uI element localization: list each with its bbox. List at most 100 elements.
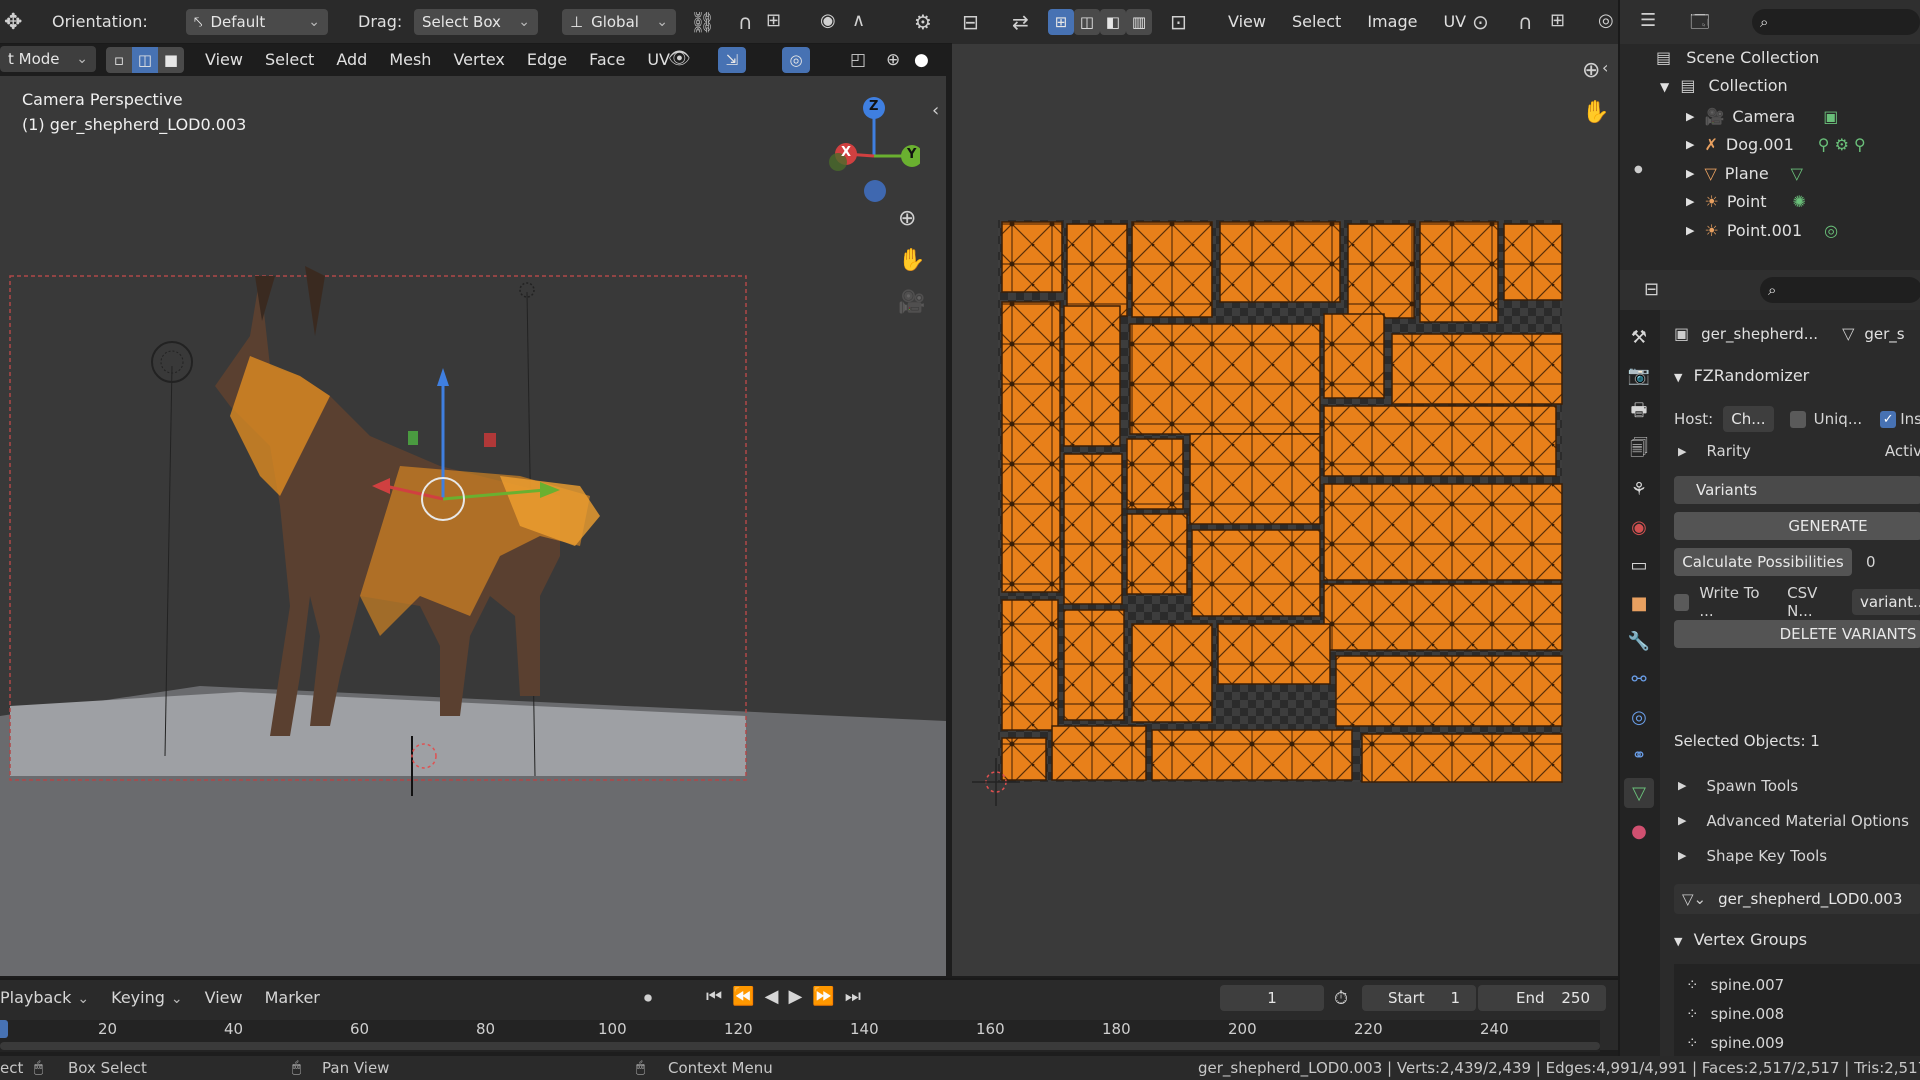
jump-start-icon[interactable]: ⏮ — [706, 986, 722, 1007]
mesh-data-tab-icon[interactable]: ▽ — [1624, 778, 1654, 808]
snap-magnet-icon[interactable]: ∩ — [738, 10, 753, 34]
zoom-icon[interactable]: ⊕ — [898, 206, 916, 231]
menu-vertex[interactable]: Vertex — [453, 50, 504, 69]
rarity-row[interactable]: ▶ Rarity Activ — [1678, 442, 1920, 460]
uv-sidebar-collapse-icon[interactable]: ‹ — [1602, 58, 1608, 77]
timeline-view-menu[interactable]: View — [205, 988, 243, 1007]
sync-selection-icon[interactable]: ⇄ — [1012, 10, 1029, 34]
outliner-editor-type-icon[interactable]: ☰ — [1640, 10, 1656, 31]
uv-snap-icon[interactable]: ∩ — [1518, 10, 1533, 34]
face-select-icon[interactable]: ■ — [158, 47, 184, 73]
properties-search-field[interactable]: ⌕ — [1760, 277, 1920, 303]
view-layer-tab-icon[interactable]: 🗐 — [1624, 436, 1654, 466]
menu-edge[interactable]: Edge — [527, 50, 567, 69]
sidebar-collapse-icon[interactable]: ‹ — [932, 100, 939, 121]
pivot-icon[interactable]: ⛓ — [690, 10, 715, 34]
generate-button[interactable]: GENERATE — [1674, 512, 1920, 540]
calculate-possibilities-button[interactable]: Calculate Possibilities — [1674, 548, 1852, 576]
uv-menu-uv[interactable]: UV — [1443, 12, 1466, 31]
current-frame-field[interactable]: 1 — [1220, 985, 1324, 1011]
start-frame-field[interactable]: Start 1 — [1362, 985, 1476, 1011]
tool-tab-icon[interactable]: ⚒ — [1624, 322, 1654, 352]
uv-proportional-icon[interactable]: ◎ — [1598, 10, 1614, 31]
vertex-select-icon[interactable]: ▫ — [106, 47, 132, 73]
delete-variants-button[interactable]: DELETE VARIANTS — [1674, 620, 1920, 648]
write-to-checkbox[interactable] — [1674, 593, 1690, 611]
variants-button[interactable]: Variants — [1674, 476, 1920, 504]
editor-type-icon[interactable]: ⊟ — [962, 10, 979, 34]
visibility-eye-icon[interactable]: 👁 — [668, 48, 691, 69]
subpanel-spawn-tools[interactable]: ▶ Spawn Tools — [1678, 768, 1920, 803]
jump-end-icon[interactable]: ⏭ — [845, 986, 861, 1007]
outliner-item-dog[interactable]: ▶ ✗ Dog.001 ⚲ ⚙ ⚲ — [1686, 131, 1920, 160]
playhead[interactable] — [0, 1020, 8, 1038]
outliner-item-point[interactable]: ▶ ☀ Point ✺ — [1686, 188, 1920, 217]
render-tab-icon[interactable]: 📷 — [1624, 360, 1654, 390]
sticky-select-icon[interactable]: ⊡ — [1170, 10, 1187, 34]
modifier-wrench-icon[interactable]: 🔧 — [1624, 626, 1654, 656]
uv-zoom-icon[interactable]: ⊕ — [1582, 58, 1600, 83]
menu-add[interactable]: Add — [336, 50, 367, 69]
display-mode-icon[interactable]: 🗔 — [1690, 10, 1710, 40]
next-keyframe-icon[interactable]: ⏩ — [812, 986, 834, 1007]
options-icon[interactable]: ⚙ — [914, 10, 932, 34]
transform-orientation-dropdown[interactable]: ⊥ Global — [562, 9, 676, 35]
camera-view-icon[interactable]: 🎥 — [898, 290, 925, 315]
play-icon[interactable]: ▶ — [788, 986, 802, 1007]
mode-dropdown[interactable]: t Mode — [0, 46, 96, 72]
uv-island-select-icon[interactable]: ▥ — [1126, 9, 1152, 35]
timeline-ruler[interactable]: 20 40 60 80 100 120 140 160 180 200 220 … — [0, 1020, 1600, 1052]
record-icon[interactable]: ⏺ — [644, 988, 652, 1008]
play-reverse-icon[interactable]: ◀ — [765, 986, 779, 1007]
proportional-edit-icon[interactable]: ◉ — [820, 10, 836, 31]
vertex-group-item[interactable]: ⁘ spine.008 — [1686, 999, 1920, 1028]
stopwatch-icon[interactable]: ⏱ — [1334, 988, 1348, 1009]
snap-increment-icon[interactable]: ⊞ — [766, 10, 781, 31]
marker-menu[interactable]: Marker — [265, 988, 320, 1007]
outliner-item-plane[interactable]: ▶ ▽ Plane ▽ — [1686, 159, 1920, 188]
falloff-icon[interactable]: ∧ — [852, 10, 865, 31]
uv-pan-hand-icon[interactable]: ✋ — [1582, 100, 1609, 125]
scene-collection-row[interactable]: ▤ Scene Collection — [1656, 48, 1819, 67]
constraints-tab-icon[interactable]: ⚭ — [1624, 740, 1654, 770]
playback-menu[interactable]: Playback — [0, 988, 89, 1007]
menu-select[interactable]: Select — [265, 50, 314, 69]
uv-menu-select[interactable]: Select — [1292, 12, 1341, 31]
menu-mesh[interactable]: Mesh — [389, 50, 431, 69]
move-tool-icon[interactable]: ✥ — [4, 10, 22, 35]
world-tab-icon[interactable]: ◉ — [1624, 512, 1654, 542]
navigation-gizmo[interactable]: Z Y X — [820, 90, 923, 216]
edge-select-icon[interactable]: ◫ — [132, 47, 158, 73]
drag-dropdown[interactable]: Select Box — [414, 9, 538, 35]
vertex-group-item[interactable]: ⁘ spine.009 — [1686, 1028, 1920, 1057]
vertex-groups-panel-header[interactable]: ▼ Vertex Groups — [1674, 930, 1807, 949]
uv-menu-image[interactable]: Image — [1367, 12, 1417, 31]
particles-tab-icon[interactable]: ⚯ — [1624, 664, 1654, 694]
ortho-toggle-dot[interactable] — [864, 180, 886, 202]
solid-shading-icon[interactable]: ● — [914, 50, 929, 70]
uv-vertex-select-icon[interactable]: ⊞ — [1048, 9, 1074, 35]
outliner-item-point-001[interactable]: ▶ ☀ Point.001 ◎ — [1686, 216, 1920, 245]
material-tab-icon[interactable]: ● — [1624, 816, 1654, 846]
timeline-scrollbar[interactable] — [0, 1042, 1600, 1050]
prev-keyframe-icon[interactable]: ⏪ — [732, 986, 754, 1007]
uv-pivot-icon[interactable]: ⊙ — [1472, 10, 1489, 34]
output-tab-icon[interactable]: 🖶 — [1624, 398, 1654, 428]
keying-menu[interactable]: Keying — [111, 988, 182, 1007]
overlay-toggle-icon[interactable]: ◎ — [782, 47, 810, 73]
host-field[interactable]: Ch... — [1723, 406, 1774, 432]
csv-name-field[interactable]: variant... — [1851, 589, 1920, 615]
uv-face-select-icon[interactable]: ◧ — [1100, 9, 1126, 35]
physics-tab-icon[interactable]: ◎ — [1624, 702, 1654, 732]
collection-tab-icon[interactable]: ▭ — [1624, 550, 1654, 580]
end-frame-field[interactable]: End 250 — [1478, 985, 1606, 1011]
uniq-checkbox[interactable] — [1789, 410, 1806, 428]
viewport-3d[interactable]: Camera Perspective (1) ger_shepherd_LOD0… — [0, 76, 946, 976]
uv-editor[interactable]: ⊕ ✋ ‹ — [952, 44, 1618, 976]
scene-tab-icon[interactable]: ⚘ — [1624, 474, 1654, 504]
properties-editor-type-icon[interactable]: ⊟ — [1644, 279, 1659, 300]
uv-snap-target-icon[interactable]: ⊞ — [1550, 10, 1565, 31]
outliner-search-field[interactable]: ⌕ — [1752, 9, 1920, 35]
uv-edge-select-icon[interactable]: ◫ — [1074, 9, 1100, 35]
pan-hand-icon[interactable]: ✋ — [898, 248, 925, 273]
